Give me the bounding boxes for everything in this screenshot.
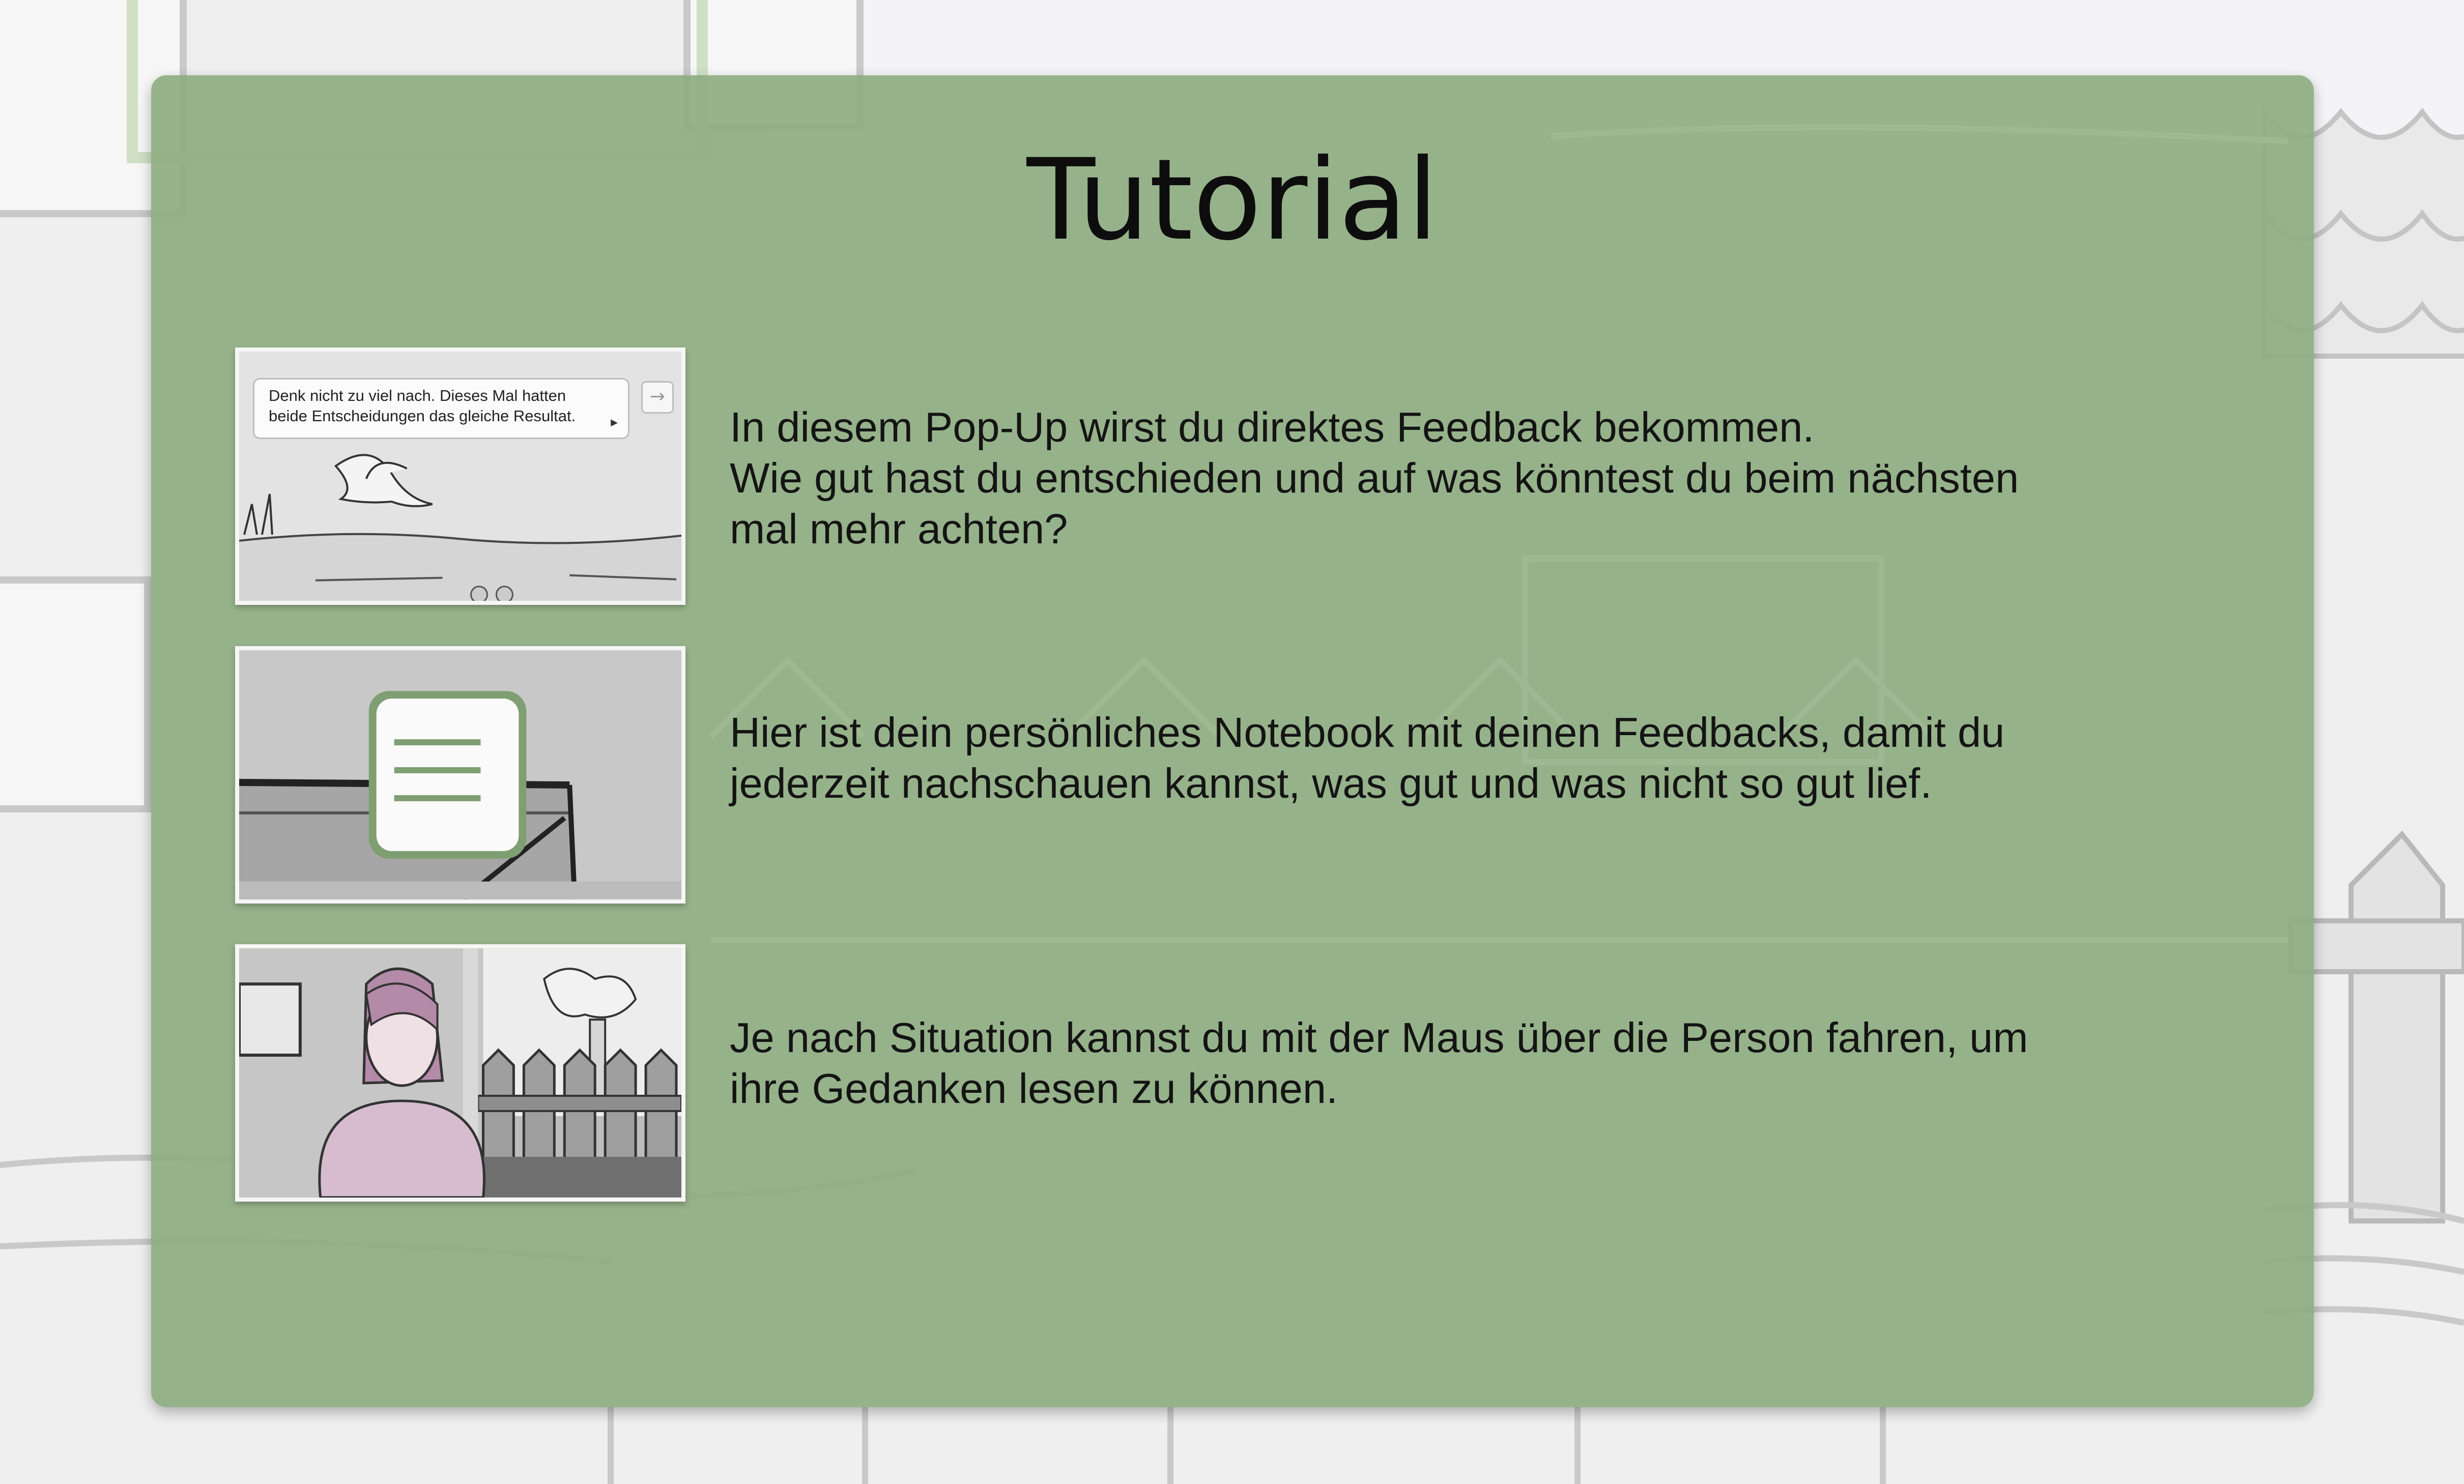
- tutorial-panel: Tutorial Denk nicht zu viel nach. Dieses…: [151, 75, 2314, 1407]
- person-thoughts-thumbnail: [235, 944, 685, 1202]
- page-title: Tutorial: [1026, 135, 1439, 265]
- description-line: Wie gut hast du entschieden und auf was …: [730, 454, 2019, 502]
- person-hover-description: Je nach Situation kannst du mit der Maus…: [730, 1012, 2256, 1114]
- notebook-scene-image: [239, 650, 681, 899]
- play-arrow-icon: ▶: [611, 417, 618, 427]
- description-line: In diesem Pop-Up wirst du direktes Feedb…: [730, 403, 1815, 451]
- notebook-thumbnail: [235, 646, 685, 904]
- feedback-popup-thumbnail: Denk nicht zu viel nach. Dieses Mal hatt…: [235, 347, 685, 605]
- feedback-popup: Denk nicht zu viel nach. Dieses Mal hatt…: [253, 378, 629, 439]
- notebook-icon: [368, 691, 527, 859]
- feedback-description: In diesem Pop-Up wirst du direktes Feedb…: [730, 402, 2256, 555]
- description-line: jederzeit nachschauen kannst, was gut un…: [730, 760, 1932, 807]
- description-line: Je nach Situation kannst du mit der Maus…: [730, 1014, 2028, 1061]
- popup-text-line: beide Entscheidungen das gleiche Resulta…: [269, 407, 576, 425]
- person-scene-image: [239, 948, 681, 1198]
- notebook-description: Hier ist dein persönliches Notebook mit …: [730, 707, 2256, 809]
- description-line: ihre Gedanken lesen zu können.: [730, 1065, 1338, 1112]
- popup-text-line: Denk nicht zu viel nach. Dieses Mal hatt…: [269, 387, 566, 404]
- description-line: Hier ist dein persönliches Notebook mit …: [730, 709, 2005, 756]
- description-line: mal mehr achten?: [730, 505, 1068, 552]
- next-arrow-icon: →: [641, 381, 674, 414]
